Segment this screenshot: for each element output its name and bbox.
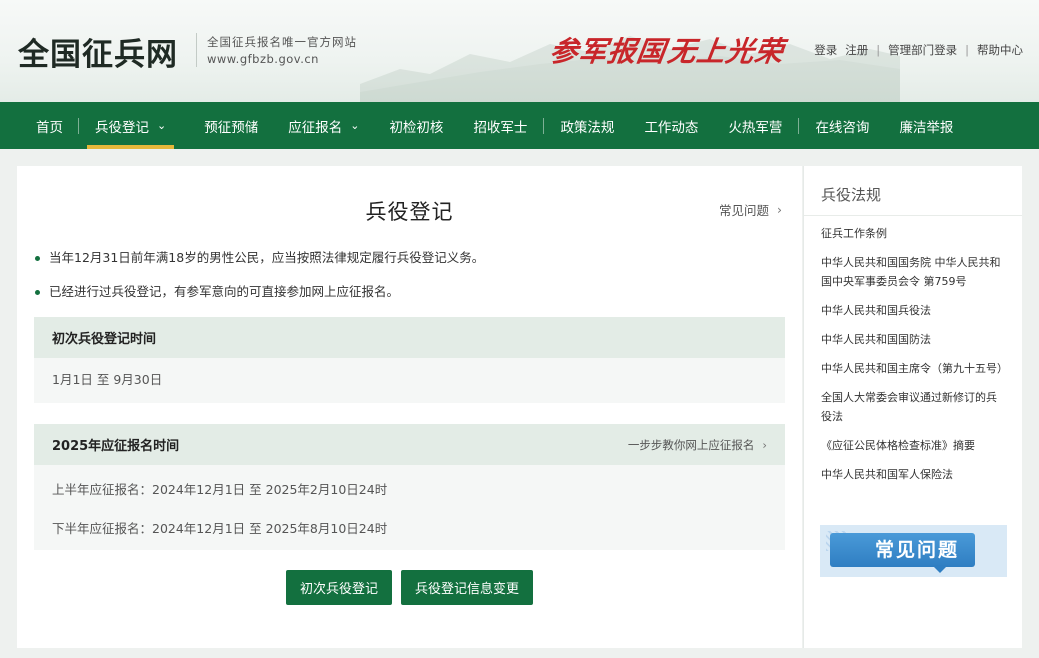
regulation-link[interactable]: 中华人民共和国主席令（第九十五号） <box>821 359 1008 378</box>
regulation-link[interactable]: 中华人民共和国兵役法 <box>821 301 1006 320</box>
nav-label: 工作动态 <box>644 119 699 136</box>
regulation-link[interactable]: 征兵工作条例 <box>821 224 1006 243</box>
nav-home[interactable]: 首页 <box>28 102 71 149</box>
nav-enlistment-application[interactable]: 应征报名 ⌄ <box>280 102 367 149</box>
panel-title: 初次兵役登记时间 <box>52 332 157 347</box>
nav-label: 兵役登记 <box>95 119 149 136</box>
nav-divider <box>798 117 800 134</box>
notice-item: 已经进行过兵役登记，有参军意向的可直接参加网上应征报名。 <box>35 282 484 316</box>
nav-label: 政策法规 <box>560 119 615 136</box>
chevron-down-icon: ⌄ <box>350 119 360 132</box>
nav-label: 预征预储 <box>204 119 259 136</box>
faq-link[interactable]: 常见问题 › <box>719 200 782 219</box>
nav-label: 火热军营 <box>728 119 783 136</box>
chevron-right-icon: › <box>777 202 782 217</box>
regulation-list: 征兵工作条例 中华人民共和国国务院 中华人民共和国中央军事委员会令 第759号 … <box>804 216 1022 484</box>
nav-label: 在线咨询 <box>815 119 870 136</box>
register-link[interactable]: 注册 <box>845 42 868 58</box>
nav-work-updates[interactable]: 工作动态 <box>636 102 706 149</box>
page-title: 兵役登记 <box>365 200 454 224</box>
slogan-glory: 无上光荣 <box>665 35 787 68</box>
top-links: 登录 注册 | 管理部门登录 | 帮助中心 <box>814 42 1023 58</box>
guide-link-label: 一步步教你网上应征报名 <box>627 437 755 452</box>
banner-label: 常见问题 <box>875 539 960 561</box>
notice-item: 当年12月31日前年满18岁的男性公民，应当按照法律规定履行兵役登记义务。 <box>35 248 484 282</box>
slogan-enlist: 参军报国 <box>547 35 669 68</box>
panel-header: 2025年应征报名时间 一步步教你网上应征报名 › <box>34 424 785 465</box>
nav-divider <box>543 117 545 134</box>
nav-nco-recruitment[interactable]: 招收军士 <box>465 102 535 149</box>
registration-info-change-button[interactable]: 兵役登记信息变更 <box>401 570 534 605</box>
site-tagline: 全国征兵报名唯一官方网站 <box>207 35 357 49</box>
faq-banner[interactable]: 常见问题 <box>820 525 1007 577</box>
panel-header: 初次兵役登记时间 <box>34 317 785 358</box>
nav-divider <box>78 117 79 134</box>
nav-policy[interactable]: 政策法规 <box>552 102 622 149</box>
chevron-down-icon: ⌄ <box>157 119 167 132</box>
enlistment-panel: 2025年应征报名时间 一步步教你网上应征报名 › 上半年应征报名：2024年1… <box>34 424 785 550</box>
action-buttons: 初次兵役登记 兵役登记信息变更 <box>17 570 802 605</box>
main-card: 兵役登记 常见问题 › 当年12月31日前年满18岁的男性公民，应当按照法律规定… <box>17 166 802 648</box>
faq-link-label: 常见问题 <box>718 203 769 218</box>
main-nav: 首页 兵役登记 ⌄ 预征预储 应征报名 ⌄ 初检初核 招收军士 政策法规 工作动态 … <box>0 102 1039 149</box>
first-registration-button[interactable]: 初次兵役登记 <box>285 570 392 605</box>
nav-barracks[interactable]: 火热军营 <box>720 102 790 149</box>
notice-list: 当年12月31日前年满18岁的男性公民，应当按照法律规定履行兵役登记义务。 已经… <box>35 248 484 316</box>
regulation-link[interactable]: 中华人民共和国国防法 <box>821 330 1006 349</box>
sidebar-title: 兵役法规 <box>804 166 1022 216</box>
speech-bubble-tail-icon <box>932 565 948 573</box>
site-url: www.gfbzb.gov.cn <box>207 52 319 66</box>
nav-label: 招收军士 <box>473 119 528 136</box>
nav-label: 初检初核 <box>389 119 444 136</box>
link-separator: | <box>965 43 969 57</box>
regulation-link[interactable]: 中华人民共和国国务院 中华人民共和国中央军事委员会令 第759号 <box>821 253 1006 291</box>
nav-pre-enlistment[interactable]: 预征预储 <box>196 102 266 149</box>
login-link[interactable]: 登录 <box>814 42 837 58</box>
enlistment-guide-link[interactable]: 一步步教你网上应征报名 › <box>628 437 767 453</box>
regulation-link[interactable]: 全国人大常委会审议通过新修订的兵役法 <box>821 388 1006 426</box>
nav-label: 廉洁举报 <box>899 119 954 136</box>
admin-login-link[interactable]: 管理部门登录 <box>888 42 957 58</box>
help-center-link[interactable]: 帮助中心 <box>977 42 1023 58</box>
site-header: 全国征兵网 全国征兵报名唯一官方网站 www.gfbzb.gov.cn 参军报国… <box>0 0 1039 102</box>
logo-divider <box>196 33 197 67</box>
registration-period: 1月1日 至 9月30日 <box>52 372 163 387</box>
nav-preliminary-check[interactable]: 初检初核 <box>381 102 451 149</box>
nav-online-consult[interactable]: 在线咨询 <box>807 102 877 149</box>
first-registration-panel: 初次兵役登记时间 1月1日 至 9月30日 <box>34 317 785 403</box>
nav-label: 首页 <box>36 119 63 136</box>
nav-integrity-report[interactable]: 廉洁举报 <box>891 102 961 149</box>
regulation-link[interactable]: 《应征公民体格检查标准》摘要 <box>821 436 1006 455</box>
regulation-link[interactable]: 中华人民共和国军人保险法 <box>821 465 1006 484</box>
nav-military-registration[interactable]: 兵役登记 ⌄ <box>87 102 175 149</box>
panel-title: 2025年应征报名时间 <box>52 439 180 454</box>
link-separator: | <box>876 43 881 57</box>
first-half-period: 上半年应征报名：2024年12月1日 至 2025年2月10日24时 <box>52 482 388 497</box>
site-logo-title[interactable]: 全国征兵网 <box>18 29 178 74</box>
chevron-right-icon: › <box>762 437 767 452</box>
nav-label: 应征报名 <box>288 119 343 136</box>
second-half-period: 下半年应征报名：2024年12月1日 至 2025年8月10日24时 <box>52 521 388 536</box>
regulations-sidebar: 兵役法规 征兵工作条例 中华人民共和国国务院 中华人民共和国中央军事委员会令 第… <box>803 166 1022 648</box>
